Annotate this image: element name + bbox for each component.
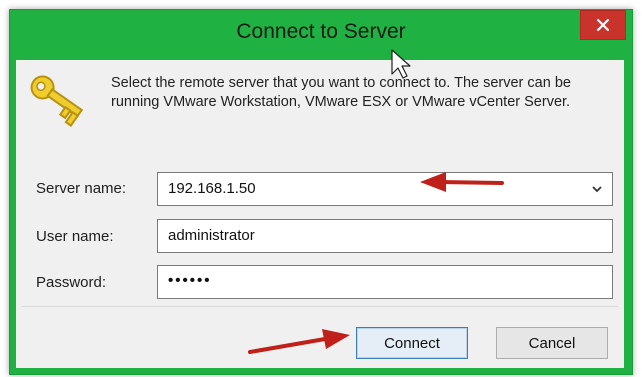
user-name-value: administrator [168,227,255,244]
window-title: Connect to Server [236,20,406,43]
separator [22,306,618,307]
user-name-label: User name: [36,228,114,245]
dialog-body: Select the remote server that you want t… [16,60,624,368]
title-bar[interactable]: Connect to Server [10,10,632,60]
key-icon [30,75,84,127]
connect-to-server-dialog: Connect to Server Select the remote serv… [9,9,633,375]
user-name-input[interactable]: administrator [157,219,613,253]
password-label: Password: [36,274,107,291]
server-name-combobox[interactable]: 192.168.1.50 [157,172,613,206]
server-name-value: 192.168.1.50 [168,180,256,197]
password-value: •••••• [168,272,212,289]
cancel-button[interactable]: Cancel [496,327,608,359]
password-input[interactable]: •••••• [157,265,613,299]
dialog-description: Select the remote server that you want t… [111,75,571,110]
connect-button[interactable]: Connect [356,327,468,359]
close-button[interactable] [580,10,626,40]
server-name-label: Server name: [36,180,127,197]
close-icon [596,18,610,32]
chevron-down-icon[interactable] [590,181,604,197]
